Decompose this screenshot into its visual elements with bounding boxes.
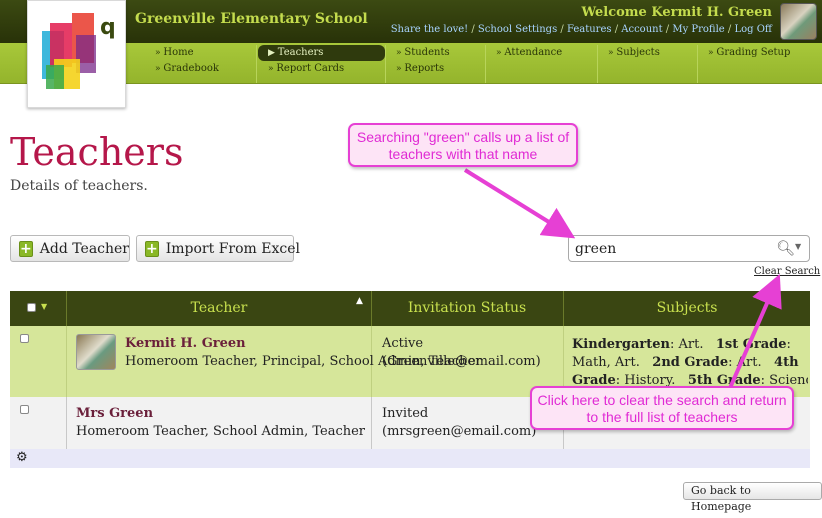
column-header-subjects[interactable]: Subjects [564,291,810,326]
grade-label: 4th [774,355,799,370]
search-input[interactable] [568,235,810,262]
nav-col-attendance: » Attendance [486,45,598,83]
subject-list: Math, Art. [572,355,640,370]
teacher-name-link[interactable]: Kermit H. Green [125,336,246,351]
nav-item-teachers[interactable]: ▶ Teachers [258,45,385,61]
page-title: Teachers [10,130,184,174]
teacher-email: (mrsgreen@email.com) [382,424,537,439]
row-checkbox[interactable] [20,405,29,414]
nav-item-home-label: Home [163,47,194,58]
nav-item-reports-label: Reports [404,63,445,74]
user-avatar[interactable] [780,3,817,40]
nav-item-report-cards[interactable]: » Report Cards [258,61,385,77]
page-subtitle: Details of teachers. [10,178,148,194]
teacher-name[interactable]: Kermit H. Green [125,335,246,353]
nav-col-grading: » Grading Setup [698,45,822,83]
subjects-line: Math, Art. 2nd Grade: Art. 4th [572,354,808,372]
top-links: Share the love! / School Settings / Feat… [390,24,772,35]
annotation-search-note: Searching "green" calls up a list of tea… [348,123,578,167]
nav-col-students: » Students » Reports [386,45,486,83]
nav-item-grading-setup-label: Grading Setup [716,47,791,58]
school-settings-link[interactable]: School Settings [478,24,557,35]
teacher-name[interactable]: Mrs Green [76,405,153,423]
invitation-status: Invited [382,406,429,421]
share-link[interactable]: Share the love! [391,24,469,35]
welcome-text: Welcome Kermit H. Green [581,5,772,20]
table-header: ▼ Teacher ▲ Invitation Status Subjects [10,291,810,326]
subject-list: : Art. [670,337,704,352]
grade-label: 2nd Grade [652,355,729,370]
go-back-homepage-button[interactable]: Go back to Homepage [683,482,822,513]
teacher-name-link[interactable]: Mrs Green [76,406,153,421]
subject-list: : Art. [728,355,762,370]
teacher-email: (Greenville@email.com) [382,354,541,369]
nav-item-grading-setup[interactable]: » Grading Setup [698,45,822,61]
add-teacher-button[interactable]: + Add Teacher [10,235,130,262]
subject-list: : [786,337,791,352]
search-icon[interactable]: 🔍︎ [776,239,795,257]
teacher-roles: Homeroom Teacher, School Admin, Teacher [76,424,366,439]
grade-label: 1st Grade [715,337,787,352]
nav-item-teachers-label: Teachers [277,47,324,58]
invitation-status: Active [382,336,424,351]
clear-search-link[interactable]: Clear Search [754,266,820,277]
nav-item-report-cards-label: Report Cards [276,63,345,74]
teacher-avatar [76,334,116,370]
select-all-checkbox[interactable] [27,303,36,312]
logo-graphic: q [42,13,116,89]
nav-item-attendance[interactable]: » Attendance [486,45,597,61]
school-logo[interactable]: q [27,0,126,108]
import-excel-label: Import From Excel [165,240,300,257]
nav-item-subjects-label: Subjects [616,47,660,58]
chevron-down-icon[interactable]: ▼ [41,302,47,311]
column-header-teacher[interactable]: Teacher [67,291,371,326]
nav-col-subjects: » Subjects [598,45,698,83]
sort-asc-icon[interactable]: ▲ [356,296,363,306]
add-teacher-label: Add Teacher [39,240,129,257]
nav-col-teachers: ▶ Teachers » Report Cards [258,45,386,83]
column-divider [66,397,67,449]
log-off-link[interactable]: Log Off [734,24,772,35]
nav-item-gradebook[interactable]: » Gradebook [145,61,256,77]
annotation-clear-note: Click here to clear the search and retur… [530,386,794,430]
import-excel-button[interactable]: + Import From Excel [136,235,300,262]
gear-icon[interactable]: ⚙ [16,450,28,465]
logo-letter: q [100,15,116,40]
nav-item-home[interactable]: » Home [145,45,256,61]
my-profile-link[interactable]: My Profile [672,24,724,35]
column-divider [371,397,372,449]
column-header-status[interactable]: Invitation Status [372,291,562,326]
chevron-down-icon[interactable]: ▼ [795,242,801,251]
nav-item-reports[interactable]: » Reports [386,61,485,77]
nav-item-gradebook-label: Gradebook [163,63,219,74]
nav-item-attendance-label: Attendance [504,47,563,58]
arrow-to-search [463,168,576,239]
row-checkbox[interactable] [20,334,29,343]
subjects-line: Kindergarten: Art. 1st Grade: [572,336,808,354]
nav-item-students[interactable]: » Students [386,45,485,61]
nav-item-subjects[interactable]: » Subjects [598,45,697,61]
plus-icon: + [19,240,33,257]
school-name: Greenville Elementary School [135,11,368,27]
plus-icon: + [145,240,159,257]
nav-item-students-label: Students [404,47,450,58]
nav-col-home: » Home » Gradebook [145,45,257,83]
grade-label: Kindergarten [572,337,670,352]
column-divider [66,326,67,397]
table-footer: ⚙ [10,449,810,468]
account-link[interactable]: Account [621,24,662,35]
features-link[interactable]: Features [567,24,612,35]
